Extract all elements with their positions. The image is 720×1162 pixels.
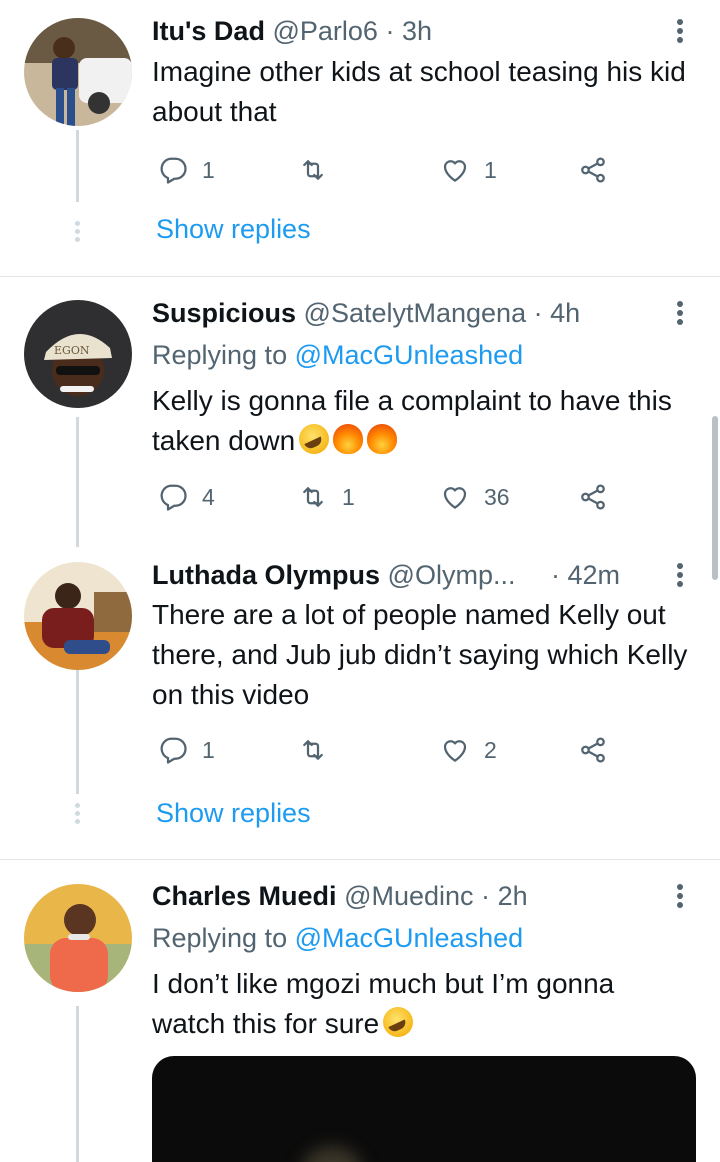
- reply-button[interactable]: 4: [158, 477, 215, 517]
- more-icon[interactable]: [672, 298, 688, 328]
- fire-emoji-icon: [367, 424, 398, 454]
- thread-line: [76, 1006, 79, 1162]
- tweet-header: Itu's Dad @Parlo6 · 3h: [152, 14, 432, 48]
- replying-to: Replying to @MacGUnleashed: [152, 921, 523, 955]
- like-button[interactable]: 36: [440, 477, 510, 517]
- fire-emoji-icon: [333, 424, 364, 454]
- retweet-count: 1: [342, 483, 355, 510]
- user-handle[interactable]: @Parlo6: [272, 16, 377, 46]
- reply-icon: [158, 155, 188, 185]
- avatar[interactable]: [24, 884, 132, 992]
- tweet-header: Suspicious @SatelytMangena · 4h: [152, 296, 580, 330]
- display-name[interactable]: Suspicious: [152, 298, 296, 328]
- reply-icon: [158, 482, 188, 512]
- tweet-text: I don’t like mgozi much but I’m gonna wa…: [152, 964, 692, 1044]
- retweet-icon: [298, 735, 328, 765]
- separator: ·: [533, 298, 543, 328]
- timestamp[interactable]: 4h: [550, 298, 580, 328]
- separator: ·: [550, 560, 560, 590]
- thread-line: [76, 130, 79, 202]
- replying-to-mention[interactable]: @MacGUnleashed: [295, 340, 524, 370]
- user-handle[interactable]: @Olymp...: [388, 560, 516, 590]
- like-count: 36: [484, 483, 510, 510]
- thread-line: [76, 417, 79, 547]
- tweet-luthada-olympus[interactable]: Luthada Olympus @Olymp... · 42m There ar…: [0, 550, 720, 858]
- scrollbar[interactable]: [712, 416, 718, 580]
- like-icon: [440, 482, 470, 512]
- share-button[interactable]: [578, 150, 608, 190]
- action-bar: 1 2: [152, 730, 622, 770]
- separator: ·: [481, 881, 491, 911]
- tweet-header: Charles Muedi @Muedinc · 2h: [152, 879, 528, 913]
- rofl-emoji-icon: [383, 1007, 414, 1037]
- svg-text:EGON: EGON: [54, 344, 90, 357]
- tweet-itus-dad[interactable]: Itu's Dad @Parlo6 · 3h Imagine other kid…: [0, 0, 720, 276]
- display-name[interactable]: Itu's Dad: [152, 16, 265, 46]
- tweet-text-body: I don’t like mgozi much but I’m gonna wa…: [152, 968, 615, 1039]
- display-name[interactable]: Charles Muedi: [152, 881, 337, 911]
- thread-dots: [72, 800, 82, 827]
- like-icon: [440, 155, 470, 185]
- display-name[interactable]: Luthada Olympus: [152, 560, 380, 590]
- tweet-text-body: Kelly is gonna file a complaint to have …: [152, 385, 672, 456]
- action-bar: 4 1 36: [152, 477, 622, 517]
- reply-button[interactable]: 1: [158, 730, 215, 770]
- share-button[interactable]: [578, 730, 608, 770]
- timestamp[interactable]: 2h: [498, 881, 528, 911]
- retweet-button[interactable]: 1: [298, 477, 355, 517]
- like-button[interactable]: 1: [440, 150, 497, 190]
- more-icon[interactable]: [672, 16, 688, 46]
- like-count: 2: [484, 736, 497, 763]
- retweet-button[interactable]: [298, 730, 342, 770]
- reply-icon: [158, 735, 188, 765]
- thread-line: [76, 670, 79, 794]
- reply-count: 1: [202, 156, 215, 183]
- avatar[interactable]: EGON: [24, 300, 132, 408]
- share-icon: [578, 735, 608, 765]
- more-icon[interactable]: [672, 560, 688, 590]
- action-bar: 1 1: [152, 150, 622, 190]
- replying-to: Replying to @MacGUnleashed: [152, 338, 523, 372]
- reply-count: 1: [202, 736, 215, 763]
- avatar[interactable]: [24, 18, 132, 126]
- more-icon[interactable]: [672, 881, 688, 911]
- share-button[interactable]: [578, 477, 608, 517]
- tweet-text: Imagine other kids at school teasing his…: [152, 56, 686, 127]
- tweet-suspicious[interactable]: EGON Suspicious @SatelytMangena · 4h Rep…: [0, 277, 720, 547]
- tweet-text: Kelly is gonna file a complaint to have …: [152, 381, 692, 461]
- user-handle[interactable]: @Muedinc: [344, 881, 473, 911]
- like-button[interactable]: 2: [440, 730, 497, 770]
- share-icon: [578, 155, 608, 185]
- video-frame: [302, 1146, 362, 1162]
- replying-to-label: Replying to: [152, 923, 288, 953]
- show-replies-link[interactable]: Show replies: [156, 214, 311, 245]
- retweet-button[interactable]: [298, 150, 342, 190]
- timestamp[interactable]: 42m: [568, 560, 621, 590]
- thread-dots: [72, 218, 82, 245]
- share-icon: [578, 482, 608, 512]
- show-replies-link[interactable]: Show replies: [156, 798, 311, 829]
- separator: ·: [385, 16, 395, 46]
- tweet-text: There are a lot of people named Kelly ou…: [152, 599, 688, 710]
- timestamp[interactable]: 3h: [402, 16, 432, 46]
- rofl-emoji-icon: [299, 424, 330, 454]
- tweet-header: Luthada Olympus @Olymp... · 42m: [152, 558, 620, 592]
- user-handle[interactable]: @SatelytMangena: [304, 298, 527, 328]
- replying-to-mention[interactable]: @MacGUnleashed: [295, 923, 524, 953]
- like-count: 1: [484, 156, 497, 183]
- reply-count: 4: [202, 483, 215, 510]
- retweet-icon: [298, 482, 328, 512]
- retweet-icon: [298, 155, 328, 185]
- tweet-video-thumbnail[interactable]: [152, 1056, 696, 1162]
- avatar[interactable]: [24, 562, 132, 670]
- like-icon: [440, 735, 470, 765]
- reply-button[interactable]: 1: [158, 150, 215, 190]
- replying-to-label: Replying to: [152, 340, 288, 370]
